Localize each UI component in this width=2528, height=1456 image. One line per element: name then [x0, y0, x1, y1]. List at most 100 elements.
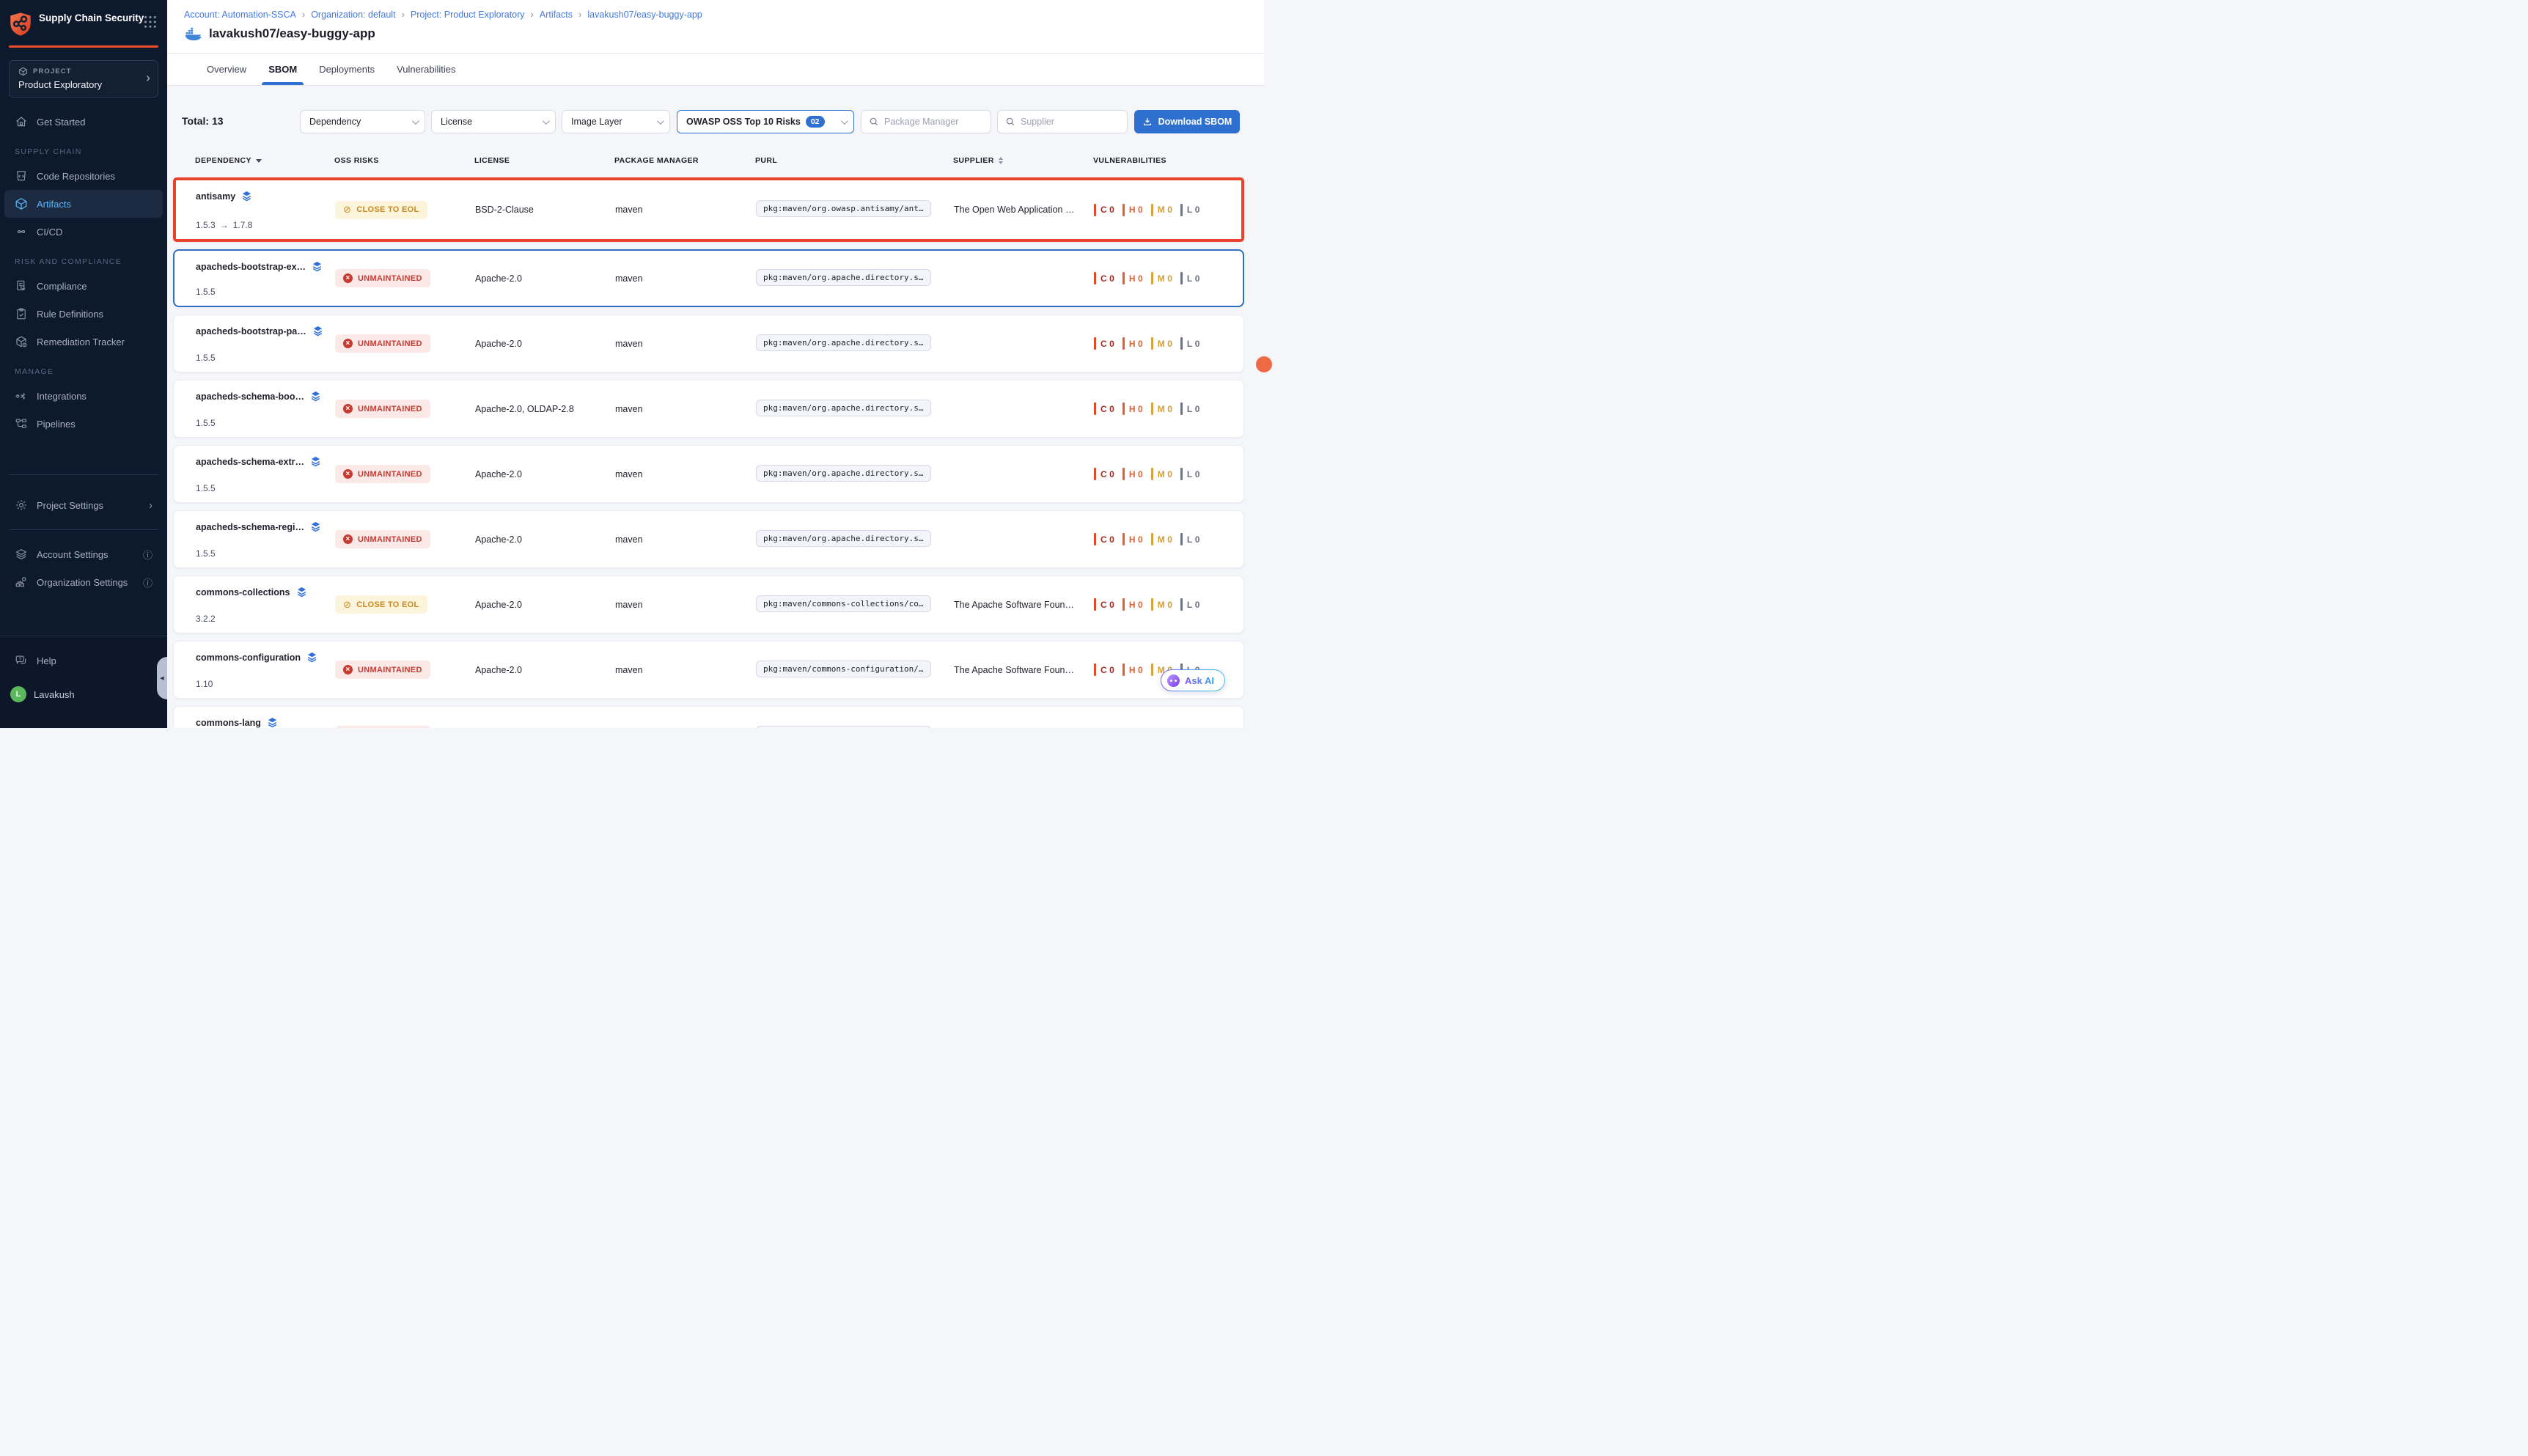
supplier-search-input[interactable]: [1021, 117, 1120, 127]
sidebar-item-organization-settings[interactable]: Organization Settings ⓘ: [4, 568, 163, 596]
dependency-version: 3.2.2: [196, 614, 335, 624]
purl-value[interactable]: pkg:maven/org.apache.directory.s…: [756, 334, 931, 351]
vuln-severity-C: C0: [1094, 533, 1114, 545]
license-filter-select[interactable]: License: [431, 110, 556, 133]
layers-icon: [312, 261, 323, 272]
purl-value[interactable]: pkg:maven/org.apache.directory.s…: [756, 400, 931, 416]
license-cell: Apache-2.0: [475, 534, 615, 545]
purl-value[interactable]: pkg:maven/org.apache.directory.s…: [756, 530, 931, 547]
sidebar-item-compliance[interactable]: Compliance: [4, 272, 163, 300]
risk-icon: [343, 665, 353, 674]
project-cube-icon: [18, 67, 28, 76]
sort-descending-icon[interactable]: [256, 159, 262, 163]
purl-value[interactable]: pkg:maven/org.apache.directory.s…: [756, 269, 931, 286]
purl-value[interactable]: pkg:maven/org.owasp.antisamy/ant…: [756, 200, 931, 217]
integrations-icon: [15, 389, 28, 402]
dependency-name: apacheds-bootstrap-pa…: [196, 326, 306, 337]
oss-risk-cell: CLOSE TO EOL: [335, 201, 475, 219]
user-menu[interactable]: L Lavakush: [0, 680, 167, 708]
table-row[interactable]: commons-collections 3.2.2 CLOSE TO EOL A…: [173, 576, 1244, 633]
tab-sbom[interactable]: SBOM: [268, 54, 297, 85]
sidebar-item-project-settings[interactable]: Project Settings ›: [4, 491, 163, 519]
table-row[interactable]: apacheds-schema-extr… 1.5.5 UNMAINTAINED…: [173, 445, 1244, 503]
sidebar-item-pipelines[interactable]: Pipelines: [4, 410, 163, 438]
breadcrumb-project[interactable]: Project: Product Exploratory: [411, 10, 525, 20]
risk-badge: CLOSE TO EOL: [335, 595, 427, 614]
purl-value[interactable]: pkg:maven/commons-lang/commons-l…: [756, 726, 931, 729]
box-wrench-icon: [15, 335, 28, 348]
table-row[interactable]: commons-configuration 1.10 UNMAINTAINED …: [173, 641, 1244, 699]
oss-risk-cell: UNMAINTAINED: [335, 530, 475, 548]
sidebar-item-artifacts[interactable]: Artifacts: [4, 190, 163, 218]
purl-cell: pkg:maven/org.apache.directory.s…: [756, 269, 954, 288]
project-selector[interactable]: PROJECT Product Exploratory ›: [9, 60, 158, 98]
dependency-version: 1.5.5: [196, 287, 335, 297]
layers-icon: [312, 326, 323, 337]
sidebar-item-account-settings[interactable]: Account Settings ⓘ: [4, 540, 163, 568]
edge-notification-dot[interactable]: [1256, 356, 1272, 372]
layers-gear-icon: [15, 548, 28, 561]
sidebar-item-cicd[interactable]: CI/CD: [4, 218, 163, 246]
dependency-version: 1.5.5: [196, 483, 335, 493]
risk-icon: [343, 404, 353, 413]
sort-icon[interactable]: [999, 157, 1003, 164]
sidebar-item-get-started[interactable]: Get Started: [4, 108, 163, 136]
vuln-severity-L: L0: [1180, 598, 1200, 611]
column-header-supplier: SUPPLIER: [953, 156, 1093, 165]
purl-value[interactable]: pkg:maven/commons-configuration/…: [756, 661, 931, 677]
breadcrumb-organization[interactable]: Organization: default: [311, 10, 395, 20]
owasp-risks-filter-select[interactable]: OWASP OSS Top 10 Risks02: [677, 110, 854, 133]
home-icon: [15, 115, 28, 128]
vuln-severity-M: M0: [1151, 337, 1172, 350]
arrow-right-icon: →: [220, 220, 229, 230]
table-row[interactable]: apacheds-schema-regi… 1.5.5 UNMAINTAINED…: [173, 510, 1244, 568]
sidebar-item-code-repositories[interactable]: Code Repositories: [4, 162, 163, 190]
dependency-filter-select[interactable]: Dependency: [300, 110, 425, 133]
license-cell: Apache-2.0, OLDAP-2.8: [475, 404, 615, 414]
breadcrumb-account[interactable]: Account: Automation-SSCA: [184, 10, 296, 20]
divider: [9, 529, 158, 530]
layers-icon: [241, 191, 252, 202]
sidebar-collapse-handle[interactable]: ◀: [157, 657, 167, 699]
ask-ai-button[interactable]: Ask AI: [1161, 669, 1225, 691]
svg-text:?: ?: [18, 657, 21, 662]
table-header-row: DEPENDENCY OSS RISKS LICENSE PACKAGE MAN…: [173, 150, 1244, 172]
risk-badge: UNMAINTAINED: [335, 465, 430, 483]
table-row[interactable]: apacheds-bootstrap-ex… 1.5.5 UNMAINTAINE…: [173, 249, 1244, 307]
app-title: Supply Chain Security: [39, 12, 144, 25]
vuln-severity-C: C0: [1094, 468, 1114, 480]
vulnerabilities-cell: C0H0M0L0: [1094, 204, 1241, 216]
sidebar-item-rule-definitions[interactable]: Rule Definitions: [4, 300, 163, 328]
toolbar: Total: 13 Dependency License Image Layer…: [173, 110, 1244, 133]
purl-cell: pkg:maven/org.owasp.antisamy/ant…: [756, 200, 954, 219]
sidebar-item-remediation-tracker[interactable]: Remediation Tracker: [4, 328, 163, 356]
vulnerabilities-cell: C0H0M0L0: [1094, 337, 1243, 350]
package-manager-search-input[interactable]: [884, 117, 983, 127]
purl-value[interactable]: pkg:maven/org.apache.directory.s…: [756, 465, 931, 482]
image-layer-filter-select[interactable]: Image Layer: [562, 110, 670, 133]
purl-value[interactable]: pkg:maven/commons-collections/co…: [756, 595, 931, 612]
layers-icon: [310, 391, 321, 402]
info-icon[interactable]: ⓘ: [143, 548, 153, 562]
download-sbom-button[interactable]: Download SBOM: [1134, 110, 1240, 133]
code-repository-icon: [15, 169, 28, 183]
breadcrumb-artifacts[interactable]: Artifacts: [540, 10, 573, 20]
info-icon[interactable]: ⓘ: [143, 576, 153, 589]
table-row[interactable]: apacheds-schema-boo… 1.5.5 UNMAINTAINED …: [173, 380, 1244, 438]
module-grid-icon[interactable]: [144, 16, 147, 18]
table-row[interactable]: commons-lang UNMAINTAINED Apache-2.0 mav…: [173, 706, 1244, 728]
table-row[interactable]: apacheds-bootstrap-pa… 1.5.5 UNMAINTAINE…: [173, 315, 1244, 372]
supplier-search: [997, 110, 1128, 133]
tab-overview[interactable]: Overview: [207, 54, 246, 85]
risk-badge: UNMAINTAINED: [335, 530, 430, 548]
breadcrumb-separator: ›: [578, 9, 581, 20]
package-manager-cell: maven: [615, 273, 756, 284]
sidebar-item-help[interactable]: ? Help: [4, 647, 163, 674]
table-row[interactable]: antisamy 1.5.3→1.7.8 CLOSE TO EOL BSD-2-…: [173, 177, 1244, 242]
breadcrumb-artifact-name[interactable]: lavakush07/easy-buggy-app: [587, 10, 702, 20]
vuln-severity-H: H0: [1122, 598, 1143, 611]
sidebar-item-integrations[interactable]: Integrations: [4, 382, 163, 410]
project-label: PROJECT: [33, 67, 72, 76]
tab-vulnerabilities[interactable]: Vulnerabilities: [397, 54, 455, 85]
tab-deployments[interactable]: Deployments: [319, 54, 375, 85]
